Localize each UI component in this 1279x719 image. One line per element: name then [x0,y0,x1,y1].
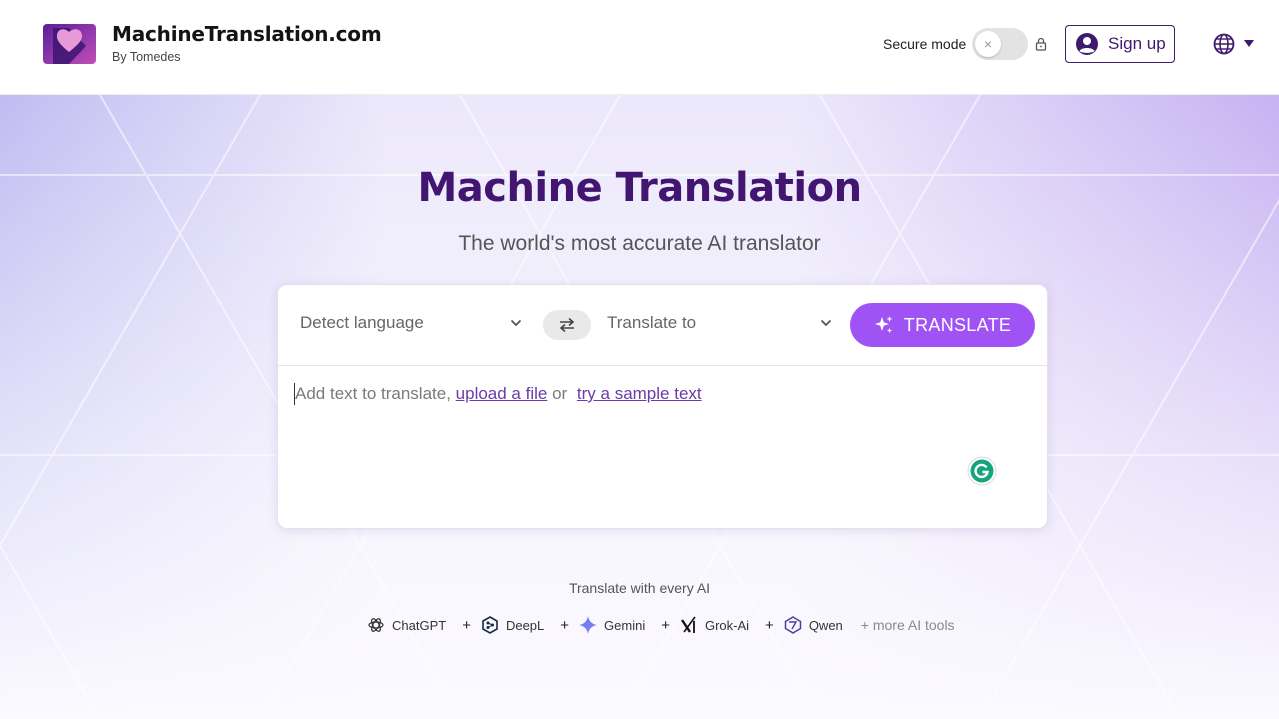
ai-tool-label: DeepL [505,617,545,633]
source-language-select[interactable]: Detect language [300,313,522,333]
ai-tool-grok: Grok-Ai [680,616,749,634]
target-language-select[interactable]: Translate to [607,313,832,333]
input-placeholder: Add text to translate, [295,384,456,403]
more-ai-tools-link[interactable]: + more AI tools [861,617,955,633]
logo[interactable] [43,24,96,64]
chevron-down-icon [510,319,522,327]
lock-icon [1035,37,1047,51]
ai-tool-qwen: Qwen [784,616,843,634]
target-language-label: Translate to [607,313,697,332]
qwen-icon [784,616,802,634]
plus-separator: + [462,616,471,634]
translator-toolbar: Detect language Translate to TRANSLATE [278,285,1049,366]
ai-tool-label: Gemini [604,617,646,633]
plus-separator: + [765,616,774,634]
brand-name: MachineTranslation.com [112,22,382,46]
user-icon [1076,33,1098,55]
source-text-input[interactable]: Add text to translate, upload a file or … [294,383,702,405]
chatgpt-icon [368,618,384,632]
source-language-label: Detect language [300,313,424,332]
plus-separator: + [560,616,570,634]
page-subtitle: The world's most accurate AI translator [458,232,821,255]
secure-mode-toggle[interactable]: × [972,28,1028,60]
or-text: or [547,384,572,403]
ai-tool-chatgpt: ChatGPT [367,616,446,634]
ai-tool-label: Qwen [808,617,843,633]
chevron-down-icon [820,319,832,327]
sparkle-icon [874,316,893,333]
brand[interactable]: MachineTranslation.com By Tomedes [112,22,382,64]
caret-down-icon[interactable] [1244,40,1254,48]
swap-icon [559,317,575,333]
brand-sub: By Tomedes [112,50,181,64]
toggle-knob: × [975,31,1001,57]
page-title: Machine Translation [417,165,862,211]
translator-card: Detect language Translate to TRANSLATE A… [277,284,1049,529]
ai-tools-list: ChatGPT + DeepL + Gemini + Grok-Ai + Qwe… [367,615,955,635]
ai-tools-heading: Translate with every AI [568,580,711,596]
ai-tool-gemini: Gemini [579,616,645,634]
translate-button[interactable]: TRANSLATE [850,303,1035,347]
sign-up-label: Sign up [1108,34,1166,53]
ai-tool-deepl: DeepL [481,616,544,634]
secure-mode-label: Secure mode [883,36,967,52]
translate-label: TRANSLATE [903,314,1012,335]
upload-file-link[interactable]: upload a file [456,384,548,403]
sample-text-link[interactable]: try a sample text [577,384,702,403]
sign-up-button[interactable]: Sign up [1065,25,1175,63]
globe-icon[interactable] [1213,33,1235,55]
site-header: MachineTranslation.com By Tomedes Secure… [0,0,1279,95]
hero-section: Machine Translation The world's most acc… [0,95,1279,719]
plus-separator: + [661,616,670,634]
grammarly-icon[interactable] [967,456,997,486]
swap-languages-button[interactable] [543,310,591,340]
gemini-icon [579,616,598,634]
ai-tool-label: ChatGPT [392,617,447,633]
deepl-icon [482,616,498,634]
ai-tool-label: Grok-Ai [704,617,750,633]
grok-icon [680,616,696,633]
